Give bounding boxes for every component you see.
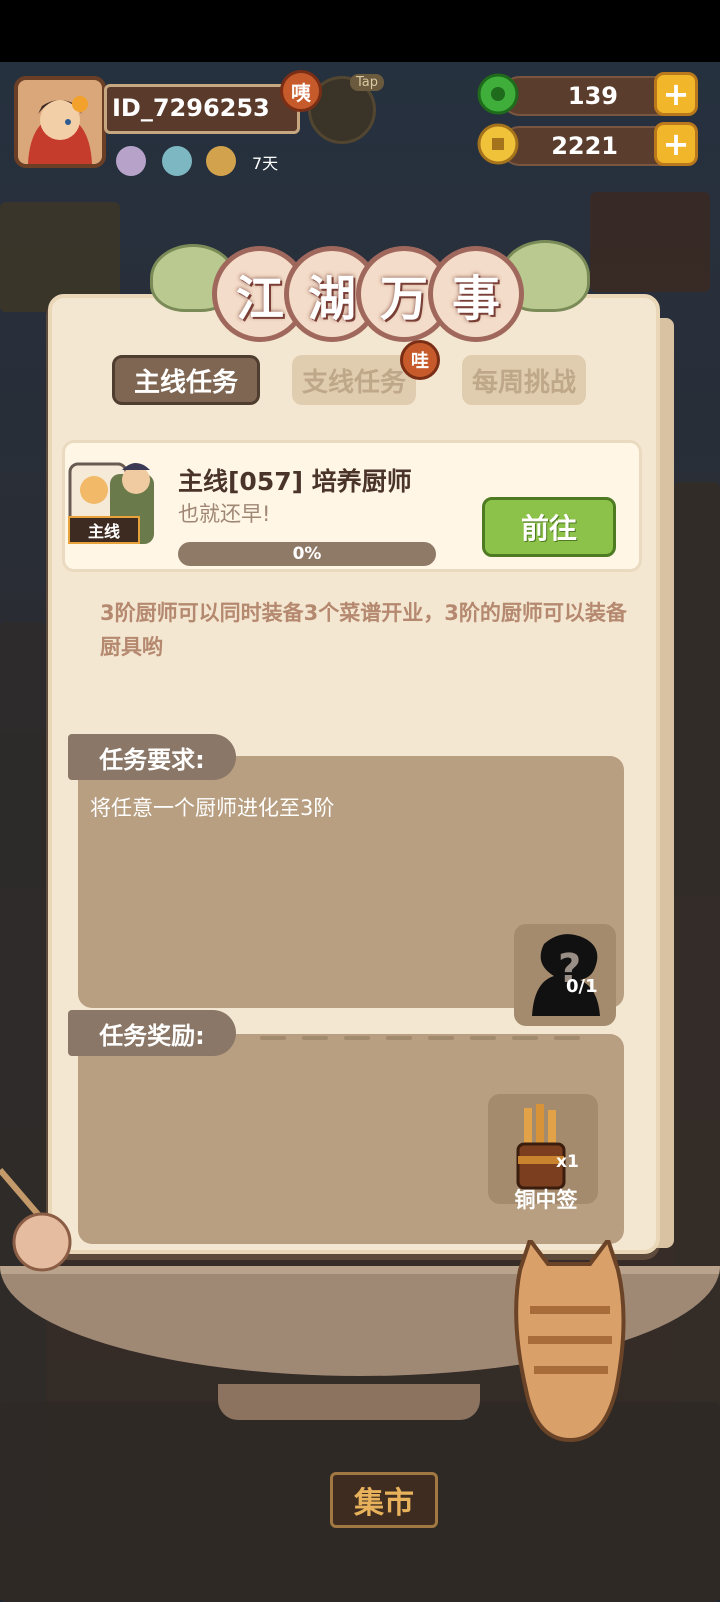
divider-dash <box>302 1036 328 1040</box>
add-jade-button[interactable]: + <box>654 72 698 116</box>
divider-dash <box>260 1036 286 1040</box>
skewer-icon <box>0 1168 72 1272</box>
player-avatar[interactable] <box>14 76 106 168</box>
side-quest-badge: 哇 <box>400 340 440 380</box>
scene-gift-pack <box>590 192 710 292</box>
divider-dash <box>554 1036 580 1040</box>
scene-wall-left <box>0 622 46 1522</box>
add-coins-button[interactable]: + <box>654 122 698 166</box>
divider-dash <box>344 1036 370 1040</box>
buff-skewer-icon[interactable] <box>206 146 236 176</box>
jade-value: 139 <box>567 82 618 110</box>
tab-main-quest[interactable]: 主线任务 <box>112 355 260 405</box>
cat-icon <box>514 1240 626 1443</box>
progress-label: 0% <box>292 544 322 564</box>
status-bar <box>0 0 720 62</box>
buff-days-label: 7天 <box>252 154 279 173</box>
requirement-text: 将任意一个厨师进化至3阶 <box>90 796 335 820</box>
bowl-base <box>218 1384 480 1420</box>
divider-dash <box>428 1036 454 1040</box>
buff-chef-icon[interactable] <box>116 146 146 176</box>
divider-dash <box>512 1036 538 1040</box>
divider-dash <box>386 1036 412 1040</box>
market-button[interactable]: 集市 <box>330 1472 438 1528</box>
title-char-4: 事 <box>428 246 524 342</box>
quest-title: 主线[057] 培养厨师 <box>178 467 412 496</box>
quest-type-tag: 主线 <box>68 516 140 544</box>
hero-portrait-icon <box>18 80 102 164</box>
coins-value: 2221 <box>551 132 618 160</box>
unknown-chef-icon: ? <box>532 934 600 1016</box>
reward-name: 铜中签 <box>514 1188 578 1212</box>
quest-description: 3阶厨师可以同时装备3个菜谱开业，3阶的厨师可以装备厨具哟 <box>100 601 627 659</box>
copper-coin-icon <box>477 123 519 165</box>
tab-side-quest[interactable]: 支线任务 <box>292 355 416 405</box>
goto-button[interactable]: 前往 <box>482 497 616 557</box>
notice-badge[interactable]: 咦 <box>280 70 322 112</box>
green-jade-icon <box>477 73 519 115</box>
tap-label: Tap <box>350 74 385 91</box>
chef-slot-count: 0/1 <box>566 976 598 997</box>
divider-dash <box>470 1036 496 1040</box>
buff-dish-icon[interactable] <box>162 146 192 176</box>
chef-slot[interactable]: ? <box>514 924 616 1026</box>
tab-weekly-challenge[interactable]: 每周挑战 <box>462 355 586 405</box>
reward-count: x1 <box>556 1152 579 1172</box>
quest-subtitle: 也就还早! <box>178 502 271 526</box>
requirement-header: 任务要求: <box>68 734 236 780</box>
reward-header: 任务奖励: <box>68 1010 236 1056</box>
player-id: ID_7296253 <box>112 94 270 122</box>
